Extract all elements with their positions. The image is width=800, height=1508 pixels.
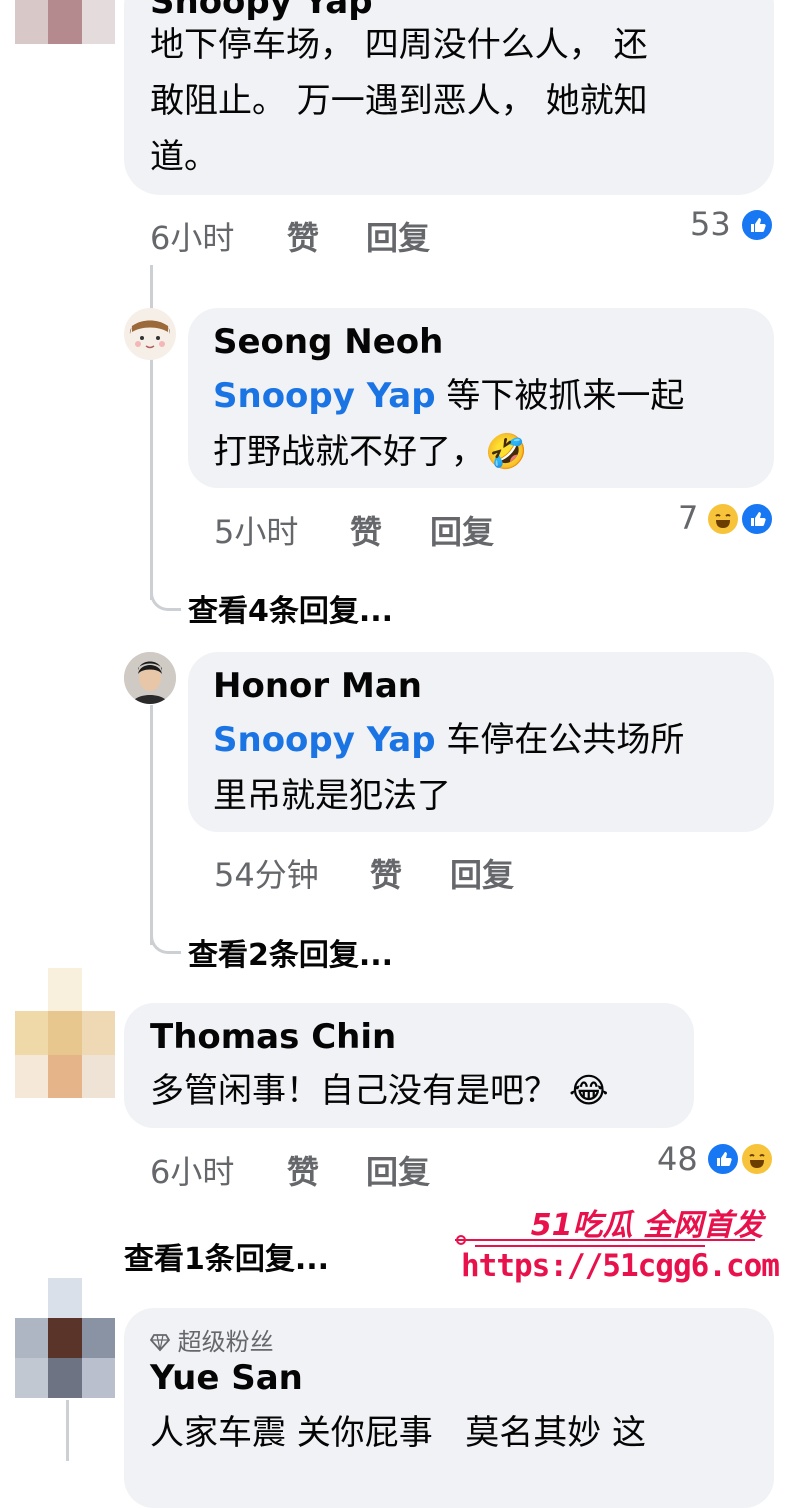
reply-button[interactable]: 回复 [366, 1147, 430, 1193]
reply-button[interactable]: 回复 [430, 507, 494, 553]
comment-text: 多管闲事！自己没有是吧？ 😂 [150, 1063, 690, 1119]
mention-link[interactable]: Snoopy Yap [213, 376, 436, 416]
reaction-count[interactable]: 53 [690, 205, 731, 243]
comment-time[interactable]: 5小时 [214, 507, 298, 553]
thread-connector [150, 560, 181, 611]
reaction-count[interactable]: 48 [657, 1140, 698, 1178]
watermark: 51吃瓜 全网首发 https://51cgg6.com [455, 1190, 780, 1290]
comment-bubble: Thomas Chin 多管闲事！自己没有是吧？ 😂 [124, 1003, 694, 1128]
thread-line [66, 1400, 69, 1461]
reply-bubble: Seong Neoh Snoopy Yap 等下被抓来一起 打野战就不好了，🤣 [188, 308, 774, 488]
tears-of-joy-emoji-icon: 😂 [568, 1071, 609, 1111]
comment-text: 人家车震 关你屁事 莫名其妙 这 [150, 1413, 647, 1453]
like-button[interactable]: 赞 [370, 850, 402, 896]
view-replies-link[interactable]: 查看4条回复... [188, 586, 393, 630]
comment-text: Snoopy Yap 等下被抓来一起 打野战就不好了，🤣 [213, 368, 773, 480]
comment-time[interactable]: 6小时 [150, 213, 234, 259]
comment-bubble: Snoopy Yap 地下停车场， 四周没什么人， 还 敢阻止。 万一遇到恶人，… [124, 0, 774, 195]
comment-text-line: 等下被抓来一起 [435, 376, 685, 416]
view-replies-link[interactable]: 查看2条回复... [188, 930, 393, 974]
fan-badge-label: 超级粉丝 [177, 1328, 274, 1356]
comment-text-line: 道。 [150, 137, 218, 177]
mention-link[interactable]: Snoopy Yap [213, 720, 436, 760]
avatar[interactable] [124, 308, 176, 360]
comment-text: Snoopy Yap 车停在公共场所 里吊就是犯法了 [213, 712, 773, 824]
like-button[interactable]: 赞 [287, 213, 319, 259]
avatar[interactable] [15, 1278, 115, 1398]
thread-connector [150, 905, 181, 954]
fan-badge: 超级粉丝 [149, 1322, 274, 1357]
comment-author[interactable]: Yue San [150, 1358, 303, 1398]
avatar[interactable] [124, 652, 176, 704]
haha-reaction-icon [740, 1142, 774, 1176]
reply-button[interactable]: 回复 [366, 213, 430, 259]
comment-text-line: 车停在公共场所 [435, 720, 685, 760]
diamond-icon [149, 1334, 171, 1352]
watermark-url: https://51cgg6.com [461, 1248, 780, 1284]
comment-text: 地下停车场， 四周没什么人， 还 敢阻止。 万一遇到恶人， 她就知 道。 [150, 17, 750, 185]
like-reaction-icon [740, 208, 774, 242]
comment-bubble: 超级粉丝 Yue San 人家车震 关你屁事 莫名其妙 这 [124, 1308, 774, 1508]
avatar[interactable] [15, 0, 115, 44]
like-reaction-icon [740, 502, 774, 536]
comment-time[interactable]: 6小时 [150, 1147, 234, 1193]
comment-text-line: 里吊就是犯法了 [213, 776, 451, 816]
like-reaction-icon [706, 1142, 740, 1176]
comment-author[interactable]: Honor Man [213, 666, 422, 706]
like-button[interactable]: 赞 [350, 507, 382, 553]
reply-button[interactable]: 回复 [450, 850, 514, 896]
reaction-count[interactable]: 7 [678, 499, 698, 537]
reply-bubble: Honor Man Snoopy Yap 车停在公共场所 里吊就是犯法了 [188, 652, 774, 832]
comment-text-line: 敢阻止。 万一遇到恶人， 她就知 [150, 81, 648, 121]
avatar[interactable] [15, 968, 115, 1098]
comment-text-line: 多管闲事！自己没有是吧？ [150, 1071, 558, 1111]
view-replies-link[interactable]: 查看1条回复... [124, 1234, 329, 1278]
comment-author[interactable]: Seong Neoh [213, 322, 443, 362]
comment-text-line: 打野战就不好了， [213, 432, 485, 472]
like-button[interactable]: 赞 [287, 1147, 319, 1193]
haha-reaction-icon [706, 502, 740, 536]
comment-time[interactable]: 54分钟 [214, 850, 319, 896]
comment-text-line: 地下停车场， 四周没什么人， 还 [150, 25, 648, 65]
rolling-laughing-emoji-icon: 🤣 [485, 432, 528, 472]
comment-author[interactable]: Thomas Chin [150, 1017, 396, 1057]
